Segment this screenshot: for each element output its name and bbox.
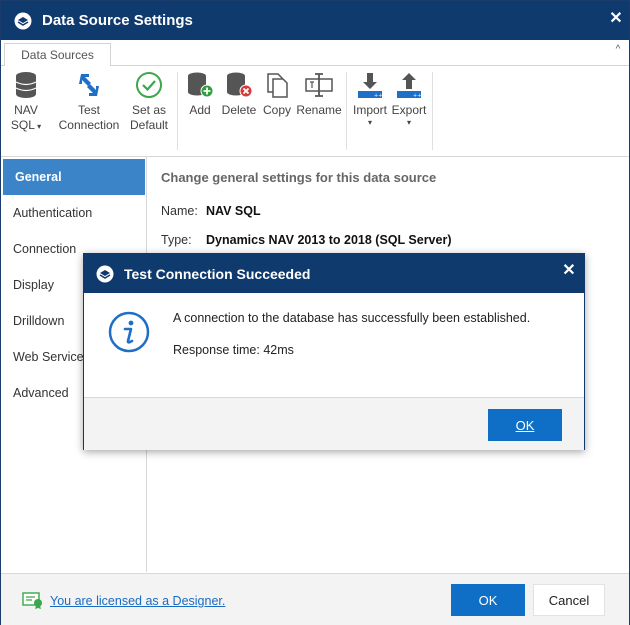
delete-label: Delete (221, 103, 257, 117)
test-connection-icon (79, 74, 99, 96)
import-dropdown-button[interactable]: ++ Import ▾ (351, 71, 389, 128)
delete-button[interactable]: Delete (220, 71, 258, 118)
app-logo-icon (14, 12, 32, 30)
ok-button[interactable]: OK (451, 584, 525, 616)
set-as-default-label-2: Default (129, 118, 169, 132)
dialog-titlebar: Test Connection Succeeded ✕ (84, 254, 584, 293)
export-dropdown-button[interactable]: ++ Export ▾ (390, 71, 428, 128)
nav-sql-label-1: NAV (14, 103, 38, 117)
import-label: Import (352, 103, 387, 117)
license-certificate-icon (22, 592, 42, 609)
set-as-default-label-1: Set as (131, 103, 167, 117)
dialog-button-bar: OK (84, 397, 584, 450)
test-connection-button[interactable]: Test Connection (56, 71, 122, 133)
checkmark-circle-icon (136, 72, 162, 98)
close-icon[interactable]: ✕ (605, 8, 627, 30)
ribbon-toolbar: NAV SQL ▾ Test Connection Set as Default (1, 66, 629, 157)
database-icon (15, 72, 37, 98)
svg-text:++: ++ (374, 93, 382, 99)
dialog-close-icon[interactable]: ✕ (558, 260, 580, 282)
export-label: Export (391, 103, 427, 117)
content-heading: Change general settings for this data so… (161, 170, 437, 185)
import-icon: ++ (358, 73, 382, 99)
test-connection-label-1: Test (77, 103, 100, 117)
nav-sql-label-2: SQL (10, 118, 35, 132)
set-as-default-button[interactable]: Set as Default (127, 71, 171, 133)
svg-text:++: ++ (413, 93, 421, 99)
copy-button[interactable]: Copy (261, 71, 293, 118)
dropdown-caret-icon: ▾ (406, 118, 411, 127)
test-connection-dialog: Test Connection Succeeded ✕ A connection… (83, 253, 585, 450)
dropdown-caret-icon: ▾ (34, 122, 42, 131)
add-database-icon (188, 72, 214, 98)
export-icon: ++ (397, 73, 421, 99)
ribbon-separator (177, 72, 178, 150)
nav-item-general[interactable]: General (3, 159, 145, 195)
tab-data-sources[interactable]: Data Sources (4, 43, 111, 67)
app-logo-icon (96, 265, 114, 283)
rename-icon (305, 73, 333, 97)
rename-button[interactable]: Rename (296, 71, 342, 118)
window-footer: You are licensed as a Designer. OK Cance… (1, 573, 629, 625)
type-label: Type: (161, 233, 192, 247)
collapse-ribbon-icon[interactable]: ^ (611, 44, 625, 58)
window-titlebar: Data Source Settings ✕ (1, 1, 629, 40)
ribbon-separator (346, 72, 347, 150)
nav-sql-dropdown-button[interactable]: NAV SQL ▾ (9, 71, 43, 134)
dialog-message: A connection to the database has success… (173, 311, 531, 325)
dialog-ok-button[interactable]: OK (488, 409, 562, 441)
name-value: NAV SQL (206, 204, 261, 218)
nav-item-authentication[interactable]: Authentication (1, 195, 145, 231)
add-label: Add (189, 103, 211, 117)
response-time-text: Response time: 42ms (173, 343, 294, 357)
rename-label: Rename (296, 103, 342, 117)
copy-label: Copy (262, 103, 291, 117)
window-title: Data Source Settings (42, 12, 193, 29)
type-value: Dynamics NAV 2013 to 2018 (SQL Server) (206, 233, 452, 247)
delete-database-icon (227, 72, 253, 98)
dialog-title: Test Connection Succeeded (124, 266, 311, 282)
ribbon-tabstrip: Data Sources ^ (1, 40, 629, 67)
license-link[interactable]: You are licensed as a Designer. (50, 594, 225, 608)
add-button[interactable]: Add (185, 71, 215, 118)
name-label: Name: (161, 204, 198, 218)
copy-icon (267, 73, 288, 98)
cancel-button[interactable]: Cancel (533, 584, 605, 616)
dropdown-caret-icon: ▾ (367, 118, 372, 127)
ribbon-separator (432, 72, 433, 150)
test-connection-label-2: Connection (58, 118, 120, 132)
info-icon (108, 311, 150, 353)
